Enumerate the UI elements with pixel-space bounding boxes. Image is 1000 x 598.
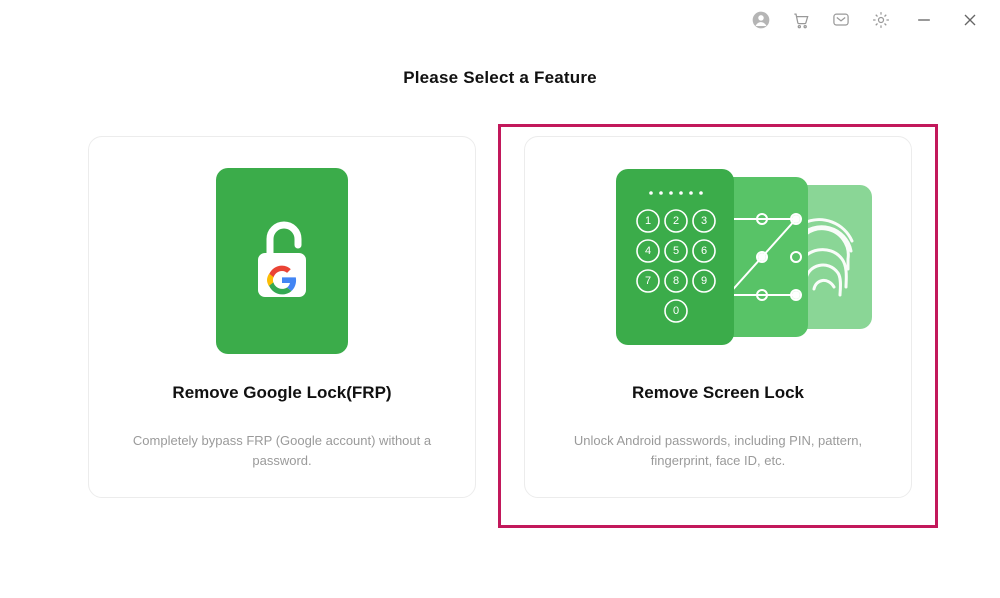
frp-illustration xyxy=(109,163,455,359)
svg-text:0: 0 xyxy=(673,305,679,317)
svg-text:4: 4 xyxy=(645,245,651,257)
card-remove-screen-lock[interactable]: 1 2 3 4 5 6 7 8 9 0 Remove Screen Lock Unlock … xyxy=(524,136,912,498)
cart-icon[interactable] xyxy=(790,9,812,31)
close-button[interactable] xyxy=(956,9,984,31)
svg-text:7: 7 xyxy=(645,275,651,287)
svg-text:5: 5 xyxy=(673,245,679,257)
card-remove-google-lock[interactable]: Remove Google Lock(FRP) Completely bypas… xyxy=(88,136,476,498)
pin-keypad-icon: 1 2 3 4 5 6 7 8 9 0 xyxy=(616,169,734,345)
card-desc-screenlock: Unlock Android passwords, including PIN,… xyxy=(548,431,888,471)
card-desc-frp: Completely bypass FRP (Google account) w… xyxy=(112,431,452,471)
svg-text:9: 9 xyxy=(701,275,707,287)
account-icon[interactable] xyxy=(750,9,772,31)
svg-text:1: 1 xyxy=(645,215,651,227)
page-title: Please Select a Feature xyxy=(0,68,1000,88)
card-title-screenlock: Remove Screen Lock xyxy=(632,383,804,403)
svg-text:2: 2 xyxy=(673,215,679,227)
svg-text:6: 6 xyxy=(701,245,707,257)
svg-text:3: 3 xyxy=(701,215,707,227)
svg-text:8: 8 xyxy=(673,275,679,287)
screen-lock-illustration: 1 2 3 4 5 6 7 8 9 0 xyxy=(545,163,891,359)
settings-icon[interactable] xyxy=(870,9,892,31)
minimize-button[interactable] xyxy=(910,9,938,31)
feedback-icon[interactable] xyxy=(830,9,852,31)
feature-cards: Remove Google Lock(FRP) Completely bypas… xyxy=(0,136,1000,498)
card-title-frp: Remove Google Lock(FRP) xyxy=(172,383,391,403)
google-g-icon xyxy=(267,223,297,300)
titlebar xyxy=(0,0,1000,40)
